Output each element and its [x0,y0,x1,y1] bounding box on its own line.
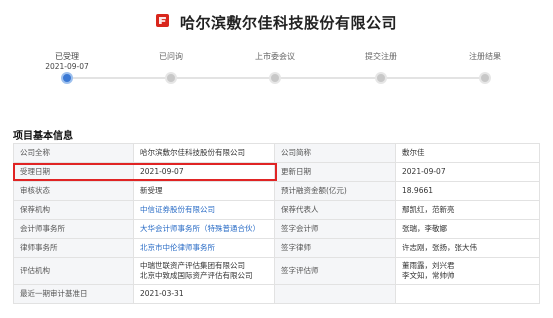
field-label: 会计师事务所 [13,219,134,239]
table-row: 受理日期 2021-09-07 更新日期 2021-09-07 [13,162,540,182]
step-dot-icon [375,72,387,84]
accounting-firm-link[interactable]: 大华会计师事务所（特殊普通合伙） [140,224,260,233]
step-dot-icon [269,72,281,84]
review-progress: 已受理 2021-09-07 已问询 上市委会议 提交注册 注册结果 [0,52,553,100]
field-label: 签字评估师 [274,257,396,285]
field-value: 2021-03-31 [133,284,275,304]
table-row: 保荐机构 中信证券股份有限公司 保荐代表人 鄢凯红，范新亮 [13,200,540,220]
step-label: 提交注册 [365,52,397,61]
section-title: 项目基本信息 [13,131,73,142]
step-submit-registration[interactable]: 提交注册 [336,52,426,84]
field-label: 保荐代表人 [274,200,396,220]
field-label: 更新日期 [274,162,396,182]
step-listing-committee[interactable]: 上市委会议 [230,52,320,84]
field-value: 鄢凯红，范新亮 [395,200,540,220]
field-value: 敷尔佳 [395,143,540,163]
field-label: 受理日期 [13,162,134,182]
field-value: 哈尔滨敷尔佳科技股份有限公司 [133,143,275,163]
field-label: 签字会计师 [274,219,396,239]
step-dot-icon [61,72,73,84]
field-label: 公司简称 [274,143,396,163]
step-label: 注册结果 [469,52,501,61]
field-label: 最近一期审计基准日 [13,284,134,304]
step-date: 2021-09-07 [45,62,89,71]
step-registration-result[interactable]: 注册结果 [440,52,530,84]
field-label [274,284,396,304]
step-label: 上市委会议 [255,52,295,61]
field-value: 大华会计师事务所（特殊普通合伙） [133,219,275,239]
field-value [395,284,540,304]
field-label: 预计融资金额(亿元) [274,181,396,201]
field-value: 北京市中伦律师事务所 [133,238,275,258]
table-row: 会计师事务所 大华会计师事务所（特殊普通合伙） 签字会计师 张瑞，李敬娜 [13,219,540,239]
step-label: 已问询 [159,52,183,61]
table-row: 最近一期审计基准日 2021-03-31 [13,284,540,304]
company-title: 哈尔滨敷尔佳科技股份有限公司 [180,14,398,32]
field-value: 中信证券股份有限公司 [133,200,275,220]
field-label: 律师事务所 [13,238,134,258]
page-header: 哈尔滨敷尔佳科技股份有限公司 [0,12,553,33]
table-row: 公司全称 哈尔滨敷尔佳科技股份有限公司 公司简称 敷尔佳 [13,143,540,163]
law-firm-link[interactable]: 北京市中伦律师事务所 [140,243,215,252]
field-label: 审核状态 [13,181,134,201]
appraiser-names-1: 董雨露，刘兴君 [402,261,455,270]
field-value: 新受理 [133,181,275,201]
field-value: 中瑞世联资产评估集团有限公司 北京中致成国际资产评估有限公司 [133,257,275,285]
field-label: 签字律师 [274,238,396,258]
step-dot-icon [165,72,177,84]
appraisal-firm-1: 中瑞世联资产评估集团有限公司 [140,261,245,270]
field-label: 公司全称 [13,143,134,163]
appraiser-names-2: 李文知，常帅帅 [402,271,455,280]
table-row: 律师事务所 北京市中伦律师事务所 签字律师 许志刚，张扬，张大伟 [13,238,540,258]
field-value: 2021-09-07 [395,162,540,182]
field-value: 2021-09-07 [133,162,275,182]
step-dot-icon [479,72,491,84]
field-value: 董雨露，刘兴君 李文知，常帅帅 [395,257,540,285]
appraisal-firm-2: 北京中致成国际资产评估有限公司 [140,271,253,280]
field-value: 张瑞，李敬娜 [395,219,540,239]
field-label: 保荐机构 [13,200,134,220]
sponsor-link[interactable]: 中信证券股份有限公司 [140,205,215,214]
field-label: 评估机构 [13,257,134,285]
project-info-table: 公司全称 哈尔滨敷尔佳科技股份有限公司 公司简称 敷尔佳 受理日期 2021-0… [13,143,540,304]
step-accepted[interactable]: 已受理 2021-09-07 [22,52,112,84]
step-label: 已受理 [55,52,79,61]
table-row: 审核状态 新受理 预计融资金额(亿元) 18.9661 [13,181,540,201]
field-value: 18.9661 [395,181,540,201]
field-value: 许志刚，张扬，张大伟 [395,238,540,258]
table-row: 评估机构 中瑞世联资产评估集团有限公司 北京中致成国际资产评估有限公司 签字评估… [13,257,540,285]
step-inquired[interactable]: 已问询 [126,52,216,84]
company-badge-icon [155,14,169,27]
